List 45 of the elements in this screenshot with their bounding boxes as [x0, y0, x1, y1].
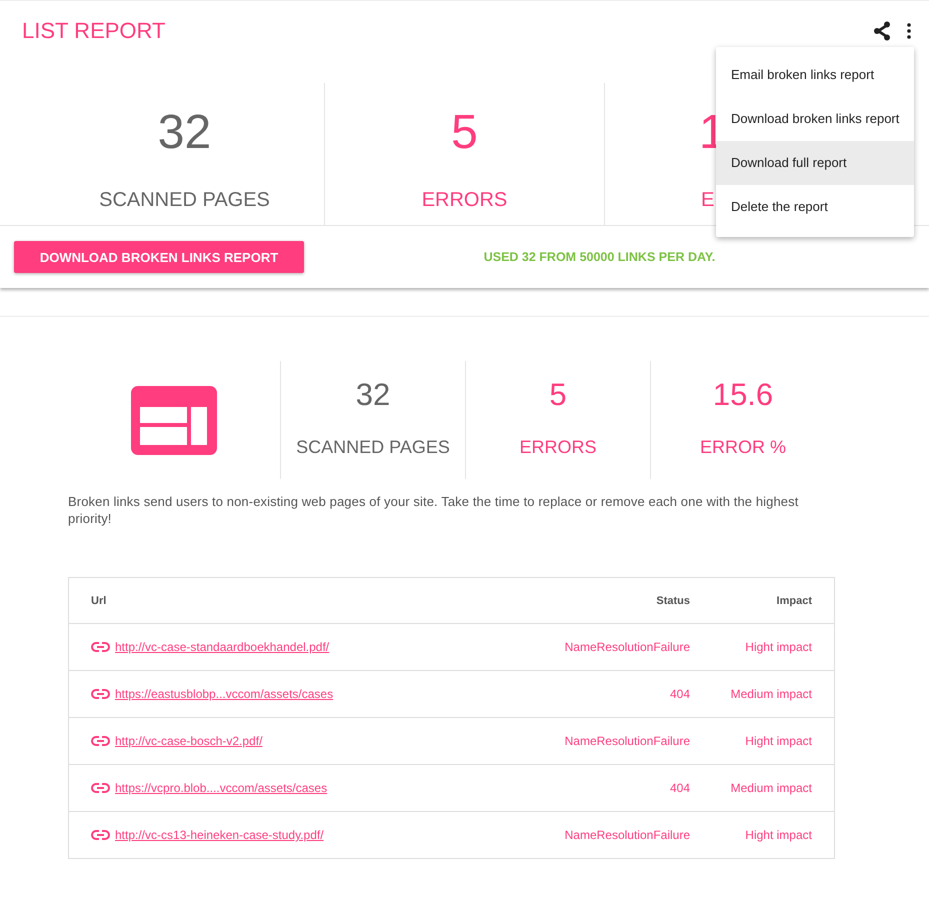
status-text: 404	[670, 781, 690, 795]
link-icon	[91, 642, 110, 652]
status-text: NameResolutionFailure	[564, 640, 690, 654]
column-header: Url	[91, 594, 106, 606]
layout-icon	[131, 386, 217, 454]
status-text: NameResolutionFailure	[564, 828, 690, 842]
url-link[interactable]: http://vc-case-bosch-v2.pdf/	[115, 734, 262, 748]
url-link[interactable]: http://vc-case-standaardboekhandel.pdf/	[115, 640, 330, 654]
impact-text: Hight impact	[745, 828, 812, 842]
stat-value: 32	[158, 105, 212, 161]
more-options-icon[interactable]	[907, 23, 911, 39]
status-text: NameResolutionFailure	[564, 734, 690, 748]
column-header: Status	[656, 594, 690, 606]
download-report-button[interactable]: DOWNLOAD BROKEN LINKS REPORT	[14, 241, 304, 273]
link-icon	[91, 830, 110, 840]
impact-text: Medium impact	[730, 687, 812, 701]
status-text: 404	[670, 687, 690, 701]
stat-label: ERROR %	[700, 437, 786, 458]
stat-value: 5	[451, 105, 478, 161]
menu-item[interactable]: Download full report	[716, 141, 914, 185]
stat-label: ERRORS	[422, 189, 508, 212]
usage-note: USED 32 FROM 50000 LINKS PER DAY.	[482, 250, 716, 264]
impact-text: Medium impact	[730, 781, 812, 795]
stat-value: 5	[549, 377, 567, 413]
column-header: Impact	[776, 594, 812, 606]
link-icon	[91, 783, 110, 793]
stat-value: 32	[356, 377, 390, 413]
url-link[interactable]: https://vcpro.blob....vccom/assets/cases	[115, 781, 328, 795]
description: Broken links send users to non-existing web pages of your site. Take the time to replace or remove each one with the highest priority!	[68, 493, 800, 527]
stat-label: SCANNED PAGES	[99, 189, 270, 212]
stat-label: E	[700, 189, 714, 212]
share-icon[interactable]	[873, 21, 891, 41]
url-link[interactable]: http://vc-cs13-heineken-case-study.pdf/	[115, 828, 324, 842]
impact-text: Hight impact	[745, 640, 812, 654]
menu-item[interactable]: Email broken links report	[716, 53, 914, 97]
stat-value: 15.6	[712, 377, 774, 413]
link-icon	[91, 689, 110, 699]
stat-label: SCANNED PAGES	[296, 437, 450, 458]
menu-item[interactable]: Delete the report	[716, 185, 914, 229]
page-title: LIST REPORT	[22, 18, 166, 44]
impact-text: Hight impact	[745, 734, 812, 748]
menu-item[interactable]: Download broken links report	[716, 97, 914, 141]
url-link[interactable]: https://eastusblobp...vccom/assets/cases	[115, 687, 334, 701]
link-icon	[91, 736, 110, 746]
stat-label: ERRORS	[519, 437, 596, 458]
